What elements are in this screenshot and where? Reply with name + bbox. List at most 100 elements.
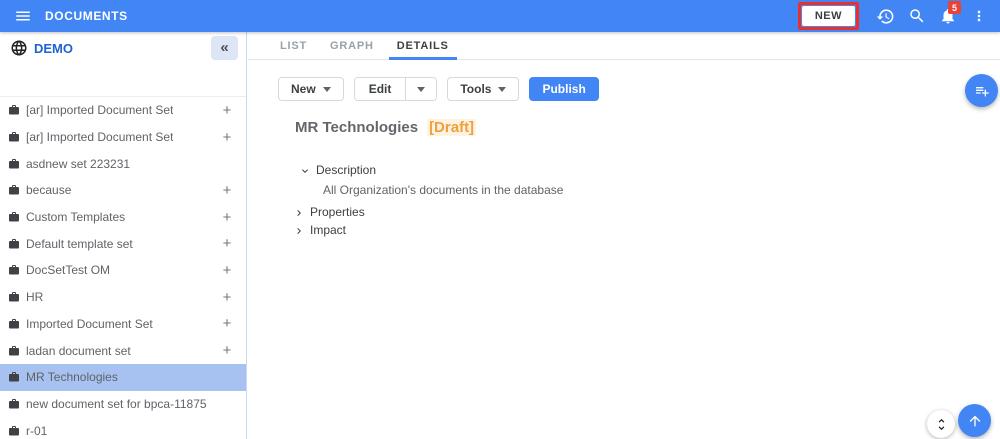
section-toggle-impact[interactable]: Impact <box>293 223 1000 238</box>
section-content: All Organization's documents in the data… <box>323 183 564 197</box>
sidebar-item[interactable]: because + <box>0 177 246 204</box>
tools-dropdown-button[interactable]: Tools <box>447 77 520 101</box>
sidebar-item[interactable]: MR Technologies <box>0 363 246 391</box>
tab-details[interactable]: DETAILS <box>388 32 457 60</box>
scroll-unfold-button[interactable] <box>927 410 955 438</box>
document-title-text: MR Technologies <box>295 119 419 136</box>
toolbar: New Edit Tools Publish <box>278 77 1000 101</box>
expand-plus-icon[interactable]: + <box>221 130 233 145</box>
sidebar-item[interactable]: [ar] Imported Document Set + <box>0 97 246 124</box>
sidebar-collapse-icon[interactable]: « <box>211 36 238 60</box>
sidebar-item-label: Imported Document Set <box>26 316 153 331</box>
chevron-down-icon <box>417 86 426 92</box>
sidebar-item-label: r-01 <box>26 423 48 438</box>
sidebar-item-label: DocSetTest OM <box>26 263 111 278</box>
expand-plus-icon[interactable]: + <box>221 183 233 198</box>
sidebar-item-label: MR Technologies <box>26 370 118 385</box>
tab-bar: LIST GRAPH DETAILS <box>248 32 1000 60</box>
briefcase-icon <box>8 345 20 357</box>
search-icon[interactable] <box>901 0 932 32</box>
section-toggle-properties[interactable]: Properties <box>293 205 1000 220</box>
sidebar-item-label: [ar] Imported Document Set <box>26 130 174 145</box>
menu-icon[interactable] <box>13 6 33 26</box>
notifications-bell-icon[interactable]: 5 <box>932 0 963 32</box>
sidebar-item[interactable]: Imported Document Set + <box>0 311 246 338</box>
edit-button[interactable]: Edit <box>354 78 406 100</box>
chevron-right-icon <box>293 225 305 237</box>
sidebar-item-label: [ar] Imported Document Set <box>26 103 174 118</box>
arrow-up-icon <box>969 415 980 426</box>
sidebar-item[interactable]: Custom Templates + <box>0 204 246 231</box>
sidebar-item[interactable]: r-01 <box>0 417 246 439</box>
history-icon[interactable] <box>870 0 901 32</box>
sidebar-item[interactable]: new document set for bpca-11875 <box>0 391 246 418</box>
top-bar-actions: NEW 5 <box>797 0 1000 32</box>
briefcase-icon <box>8 371 20 383</box>
sidebar-item[interactable]: DocSetTest OM + <box>0 257 246 284</box>
expand-plus-icon[interactable]: + <box>221 343 233 358</box>
document-set-list: [ar] Imported Document Set + [ar] Imported… <box>0 96 246 439</box>
expand-plus-icon[interactable]: + <box>221 263 233 278</box>
new-dropdown-button[interactable]: New <box>278 77 344 101</box>
tab-graph[interactable]: GRAPH <box>322 32 382 59</box>
detail-sections: Description All Organization's documents … <box>293 163 1000 238</box>
top-bar: DOCUMENTS NEW 5 <box>0 0 1000 32</box>
sidebar-item-label: asdnew set 223231 <box>26 156 131 171</box>
sidebar-item[interactable]: asdnew set 223231 <box>0 150 246 177</box>
sidebar-item[interactable]: Default template set + <box>0 230 246 257</box>
tab-list[interactable]: LIST <box>272 32 315 59</box>
briefcase-icon <box>8 211 20 223</box>
sidebar: DEMO « [ar] Imported Document Set + [ar] I… <box>0 32 247 439</box>
edit-dropdown-button[interactable] <box>405 78 437 100</box>
scroll-to-top-fab[interactable] <box>958 404 991 437</box>
briefcase-icon <box>8 158 20 170</box>
briefcase-icon <box>8 318 20 330</box>
section-label: Properties <box>310 205 365 219</box>
sidebar-header: DEMO « <box>0 32 246 64</box>
add-to-list-fab[interactable] <box>965 74 998 107</box>
section-toggle-description[interactable]: Description <box>299 163 1000 178</box>
globe-icon <box>10 39 28 57</box>
chevron-down-icon <box>299 165 311 177</box>
chevron-down-icon <box>322 86 331 92</box>
status-badge: [Draft] <box>427 119 477 136</box>
edit-split-button: Edit <box>353 77 438 101</box>
sidebar-item-label: Custom Templates <box>26 210 126 225</box>
notification-badge: 5 <box>948 1 961 14</box>
briefcase-icon <box>8 398 20 410</box>
sidebar-item-label: ladan document set <box>26 343 131 358</box>
briefcase-icon <box>8 264 20 276</box>
briefcase-icon <box>8 425 20 437</box>
playlist-add-icon <box>975 86 989 96</box>
chevron-down-icon <box>498 86 507 92</box>
new-button[interactable]: NEW <box>801 6 855 26</box>
sidebar-item-label: Default template set <box>26 236 133 251</box>
workspace-title: DEMO <box>34 40 73 56</box>
expand-plus-icon[interactable]: + <box>221 316 233 331</box>
document-title: MR Technologies [Draft] <box>295 119 1000 136</box>
expand-plus-icon[interactable]: + <box>221 103 233 118</box>
briefcase-icon <box>8 131 20 143</box>
unfold-more-icon <box>938 418 944 430</box>
main-content: LIST GRAPH DETAILS New Edit Tools Publish … <box>248 32 1000 439</box>
section-label: Description <box>316 163 377 177</box>
briefcase-icon <box>8 291 20 303</box>
kebab-menu-icon[interactable] <box>963 0 994 32</box>
new-dropdown-label: New <box>291 82 316 96</box>
expand-plus-icon[interactable]: + <box>221 210 233 225</box>
sidebar-item[interactable]: [ar] Imported Document Set + <box>0 124 246 151</box>
chevron-right-icon <box>293 207 305 219</box>
sidebar-item-label: because <box>26 183 72 198</box>
sidebar-item-label: HR <box>26 290 44 305</box>
tools-dropdown-label: Tools <box>460 82 492 96</box>
briefcase-icon <box>8 104 20 116</box>
section-label: Impact <box>310 223 347 237</box>
sidebar-item-label: new document set for bpca-11875 <box>26 396 207 411</box>
expand-plus-icon[interactable]: + <box>221 290 233 305</box>
publish-button[interactable]: Publish <box>529 77 599 101</box>
sidebar-item[interactable]: ladan document set + <box>0 337 246 364</box>
briefcase-icon <box>8 238 20 250</box>
annotation-highlight: NEW <box>797 2 859 30</box>
sidebar-item[interactable]: HR + <box>0 284 246 311</box>
expand-plus-icon[interactable]: + <box>221 236 233 251</box>
